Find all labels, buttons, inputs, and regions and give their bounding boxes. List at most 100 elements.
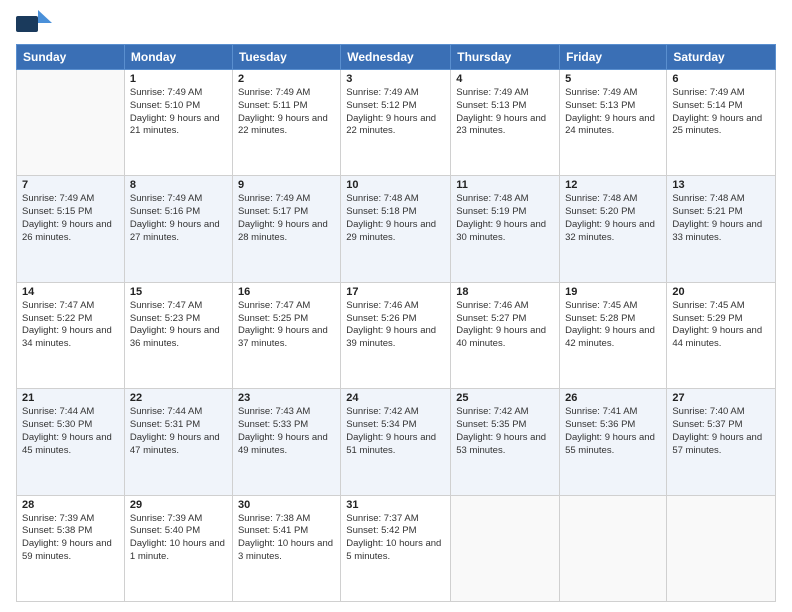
day-info: Sunrise: 7:49 AMSunset: 5:17 PMDaylight:…: [238, 193, 335, 244]
day-number: 21: [22, 392, 119, 404]
day-info: Sunrise: 7:40 AMSunset: 5:37 PMDaylight:…: [672, 406, 770, 457]
day-info: Sunrise: 7:49 AMSunset: 5:13 PMDaylight:…: [565, 87, 661, 138]
day-info: Sunrise: 7:49 AMSunset: 5:14 PMDaylight:…: [672, 87, 770, 138]
day-cell: 6 Sunrise: 7:49 AMSunset: 5:14 PMDaylight…: [667, 70, 776, 176]
day-info: Sunrise: 7:49 AMSunset: 5:13 PMDaylight:…: [456, 87, 554, 138]
weekday-header-tuesday: Tuesday: [232, 45, 340, 70]
day-number: 31: [346, 499, 445, 511]
day-cell: 12 Sunrise: 7:48 AMSunset: 5:20 PMDayligh…: [560, 176, 667, 282]
day-number: 8: [130, 179, 227, 191]
weekday-header-sunday: Sunday: [17, 45, 125, 70]
day-number: 28: [22, 499, 119, 511]
day-cell: 24 Sunrise: 7:42 AMSunset: 5:34 PMDayligh…: [341, 389, 451, 495]
day-cell: 22 Sunrise: 7:44 AMSunset: 5:31 PMDayligh…: [124, 389, 232, 495]
day-info: Sunrise: 7:42 AMSunset: 5:34 PMDaylight:…: [346, 406, 445, 457]
logo: [16, 10, 56, 36]
day-info: Sunrise: 7:48 AMSunset: 5:21 PMDaylight:…: [672, 193, 770, 244]
day-number: 7: [22, 179, 119, 191]
day-info: Sunrise: 7:43 AMSunset: 5:33 PMDaylight:…: [238, 406, 335, 457]
day-number: 17: [346, 286, 445, 298]
day-cell: 2 Sunrise: 7:49 AMSunset: 5:11 PMDaylight…: [232, 70, 340, 176]
weekday-header-saturday: Saturday: [667, 45, 776, 70]
day-info: Sunrise: 7:47 AMSunset: 5:23 PMDaylight:…: [130, 300, 227, 351]
day-cell: [667, 495, 776, 601]
day-info: Sunrise: 7:45 AMSunset: 5:28 PMDaylight:…: [565, 300, 661, 351]
day-info: Sunrise: 7:49 AMSunset: 5:10 PMDaylight:…: [130, 87, 227, 138]
day-number: 11: [456, 179, 554, 191]
day-number: 22: [130, 392, 227, 404]
day-number: 25: [456, 392, 554, 404]
day-cell: 13 Sunrise: 7:48 AMSunset: 5:21 PMDayligh…: [667, 176, 776, 282]
day-info: Sunrise: 7:38 AMSunset: 5:41 PMDaylight:…: [238, 513, 335, 564]
day-info: Sunrise: 7:46 AMSunset: 5:26 PMDaylight:…: [346, 300, 445, 351]
day-info: Sunrise: 7:45 AMSunset: 5:29 PMDaylight:…: [672, 300, 770, 351]
day-cell: 4 Sunrise: 7:49 AMSunset: 5:13 PMDaylight…: [451, 70, 560, 176]
day-cell: [451, 495, 560, 601]
day-info: Sunrise: 7:49 AMSunset: 5:11 PMDaylight:…: [238, 87, 335, 138]
week-row-2: 14 Sunrise: 7:47 AMSunset: 5:22 PMDayligh…: [17, 282, 776, 388]
day-info: Sunrise: 7:42 AMSunset: 5:35 PMDaylight:…: [456, 406, 554, 457]
day-cell: 5 Sunrise: 7:49 AMSunset: 5:13 PMDaylight…: [560, 70, 667, 176]
day-info: Sunrise: 7:44 AMSunset: 5:30 PMDaylight:…: [22, 406, 119, 457]
day-number: 24: [346, 392, 445, 404]
day-number: 1: [130, 73, 227, 85]
day-cell: 21 Sunrise: 7:44 AMSunset: 5:30 PMDayligh…: [17, 389, 125, 495]
day-cell: 19 Sunrise: 7:45 AMSunset: 5:28 PMDayligh…: [560, 282, 667, 388]
day-info: Sunrise: 7:44 AMSunset: 5:31 PMDaylight:…: [130, 406, 227, 457]
day-number: 29: [130, 499, 227, 511]
day-number: 4: [456, 73, 554, 85]
weekday-header-friday: Friday: [560, 45, 667, 70]
day-cell: 15 Sunrise: 7:47 AMSunset: 5:23 PMDayligh…: [124, 282, 232, 388]
day-cell: 16Sunrise: 7:47 AMSunset: 5:25 PMDayligh…: [232, 282, 340, 388]
day-info: Sunrise: 7:46 AMSunset: 5:27 PMDaylight:…: [456, 300, 554, 351]
day-number: 14: [22, 286, 119, 298]
day-info: Sunrise: 7:48 AMSunset: 5:19 PMDaylight:…: [456, 193, 554, 244]
day-number: 6: [672, 73, 770, 85]
week-row-4: 28 Sunrise: 7:39 AMSunset: 5:38 PMDayligh…: [17, 495, 776, 601]
day-cell: 30 Sunrise: 7:38 AMSunset: 5:41 PMDayligh…: [232, 495, 340, 601]
day-cell: 11 Sunrise: 7:48 AMSunset: 5:19 PMDayligh…: [451, 176, 560, 282]
day-cell: 29Sunrise: 7:39 AMSunset: 5:40 PMDayligh…: [124, 495, 232, 601]
day-number: 13: [672, 179, 770, 191]
day-info: Sunrise: 7:48 AMSunset: 5:20 PMDaylight:…: [565, 193, 661, 244]
day-cell: 23 Sunrise: 7:43 AMSunset: 5:33 PMDayligh…: [232, 389, 340, 495]
day-number: 18: [456, 286, 554, 298]
day-info: Sunrise: 7:39 AMSunset: 5:38 PMDaylight:…: [22, 513, 119, 564]
day-cell: 14 Sunrise: 7:47 AMSunset: 5:22 PMDayligh…: [17, 282, 125, 388]
header: [16, 10, 776, 36]
day-cell: 18 Sunrise: 7:46 AMSunset: 5:27 PMDayligh…: [451, 282, 560, 388]
day-number: 19: [565, 286, 661, 298]
day-cell: 3Sunrise: 7:49 AMSunset: 5:12 PMDaylight…: [341, 70, 451, 176]
day-cell: 25 Sunrise: 7:42 AMSunset: 5:35 PMDayligh…: [451, 389, 560, 495]
day-cell: 17 Sunrise: 7:46 AMSunset: 5:26 PMDayligh…: [341, 282, 451, 388]
week-row-0: 1 Sunrise: 7:49 AMSunset: 5:10 PMDaylight…: [17, 70, 776, 176]
day-info: Sunrise: 7:37 AMSunset: 5:42 PMDaylight:…: [346, 513, 445, 564]
day-cell: 8Sunrise: 7:49 AMSunset: 5:16 PMDaylight…: [124, 176, 232, 282]
day-cell: 1 Sunrise: 7:49 AMSunset: 5:10 PMDaylight…: [124, 70, 232, 176]
day-number: 9: [238, 179, 335, 191]
day-cell: 20 Sunrise: 7:45 AMSunset: 5:29 PMDayligh…: [667, 282, 776, 388]
day-number: 26: [565, 392, 661, 404]
day-cell: 26 Sunrise: 7:41 AMSunset: 5:36 PMDayligh…: [560, 389, 667, 495]
day-number: 15: [130, 286, 227, 298]
page: SundayMondayTuesdayWednesdayThursdayFrid…: [0, 0, 792, 612]
day-info: Sunrise: 7:48 AMSunset: 5:18 PMDaylight:…: [346, 193, 445, 244]
weekday-header-thursday: Thursday: [451, 45, 560, 70]
day-cell: 27Sunrise: 7:40 AMSunset: 5:37 PMDayligh…: [667, 389, 776, 495]
day-cell: 7Sunrise: 7:49 AMSunset: 5:15 PMDaylight…: [17, 176, 125, 282]
day-number: 2: [238, 73, 335, 85]
calendar-table: SundayMondayTuesdayWednesdayThursdayFrid…: [16, 44, 776, 602]
day-number: 10: [346, 179, 445, 191]
day-info: Sunrise: 7:49 AMSunset: 5:12 PMDaylight:…: [346, 87, 445, 138]
day-info: Sunrise: 7:41 AMSunset: 5:36 PMDaylight:…: [565, 406, 661, 457]
day-number: 20: [672, 286, 770, 298]
day-cell: 9 Sunrise: 7:49 AMSunset: 5:17 PMDaylight…: [232, 176, 340, 282]
day-number: 30: [238, 499, 335, 511]
day-info: Sunrise: 7:47 AMSunset: 5:22 PMDaylight:…: [22, 300, 119, 351]
day-number: 16: [238, 286, 335, 298]
day-cell: [17, 70, 125, 176]
day-number: 5: [565, 73, 661, 85]
day-number: 23: [238, 392, 335, 404]
day-cell: 28 Sunrise: 7:39 AMSunset: 5:38 PMDayligh…: [17, 495, 125, 601]
day-number: 12: [565, 179, 661, 191]
